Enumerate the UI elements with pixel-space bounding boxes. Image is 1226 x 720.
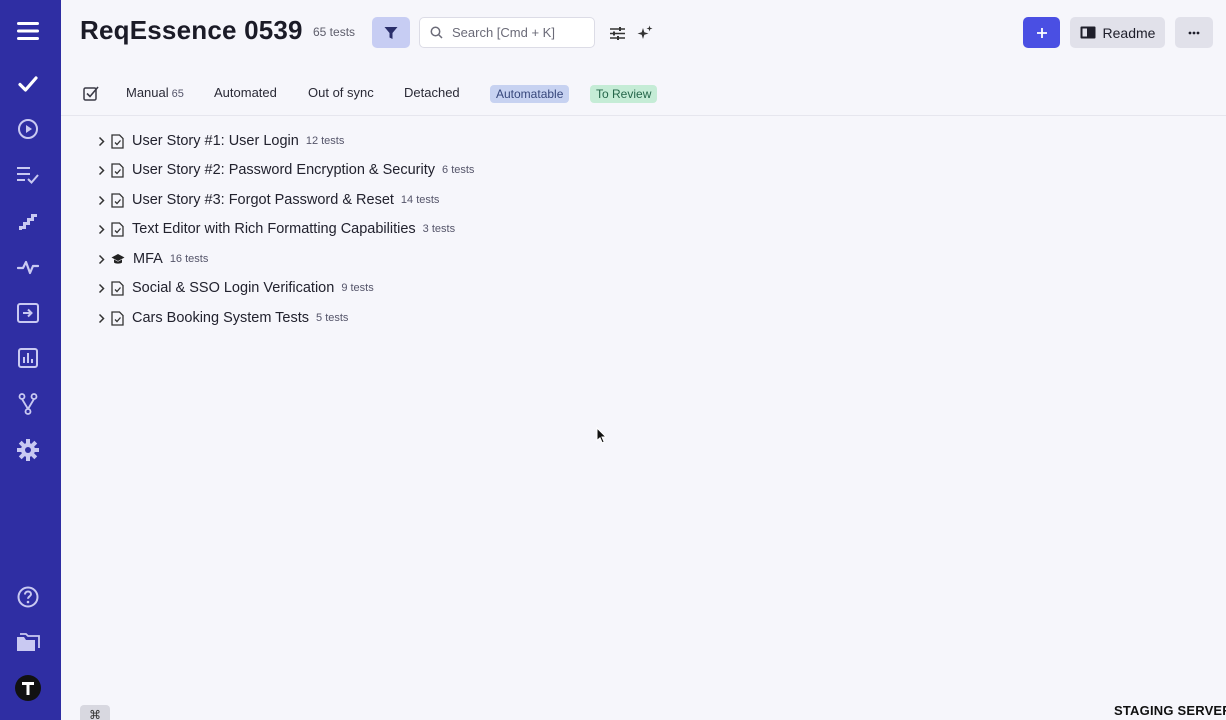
suite-count: 5 tests — [316, 312, 349, 324]
mouse-cursor-icon — [596, 426, 608, 449]
tree-row[interactable]: Text Editor with Rich Formatting Capabil… — [95, 215, 455, 243]
plus-icon — [1036, 27, 1047, 38]
sliders-icon[interactable] — [607, 23, 627, 43]
ai-sparkle-icon[interactable] — [635, 23, 655, 43]
readme-label: Readme — [1102, 24, 1156, 41]
suite-name[interactable]: User Story #3: Forgot Password & Reset — [132, 192, 394, 208]
document-check-icon — [111, 162, 124, 178]
plans-list-icon[interactable] — [0, 157, 55, 193]
document-check-icon — [111, 221, 124, 237]
suite-count: 3 tests — [422, 223, 456, 235]
filter-button[interactable] — [372, 17, 410, 48]
tests-check-icon[interactable] — [0, 66, 55, 102]
suite-count: 9 tests — [341, 282, 374, 294]
chevron-right-icon[interactable] — [95, 313, 107, 324]
tab-out-of-sync[interactable]: Out of sync — [308, 85, 374, 100]
chevron-right-icon[interactable] — [95, 224, 107, 235]
document-check-icon — [111, 192, 124, 208]
graduation-cap-icon — [111, 253, 125, 266]
page-title: ReqEssence 0539 — [80, 15, 303, 45]
environment-label: STAGING SERVER — [1114, 703, 1226, 718]
suite-count: 12 tests — [305, 135, 345, 147]
suite-name[interactable]: Cars Booking System Tests — [132, 310, 309, 326]
header: ReqEssence 0539 65 tests Readme — [61, 0, 1226, 66]
chevron-right-icon[interactable] — [95, 195, 107, 206]
help-icon[interactable] — [0, 579, 55, 615]
suite-count: 14 tests — [400, 194, 440, 206]
settings-gear-icon[interactable] — [0, 432, 55, 468]
pulse-icon[interactable] — [0, 249, 55, 285]
app-logo[interactable] — [0, 670, 55, 706]
more-button[interactable] — [1175, 17, 1213, 48]
menu-icon[interactable] — [0, 13, 55, 49]
suite-name[interactable]: User Story #2: Password Encryption & Sec… — [132, 162, 435, 178]
tab-manual[interactable]: Manual 65 — [126, 85, 184, 100]
tab-detached[interactable]: Detached — [404, 85, 460, 100]
suite-count: 16 tests — [169, 253, 209, 265]
readme-button[interactable]: Readme — [1070, 17, 1165, 48]
steps-icon[interactable] — [0, 203, 55, 239]
tab-automated[interactable]: Automated — [214, 85, 277, 100]
document-check-icon — [111, 310, 124, 326]
search-icon — [430, 26, 443, 39]
suite-name[interactable]: Social & SSO Login Verification — [132, 280, 334, 296]
tree-row[interactable]: User Story #1: User Login 12 tests — [95, 127, 344, 155]
suite-name[interactable]: Text Editor with Rich Formatting Capabil… — [132, 221, 416, 237]
test-count: 65 tests — [313, 25, 356, 39]
analytics-icon[interactable] — [0, 340, 55, 376]
tree-row[interactable]: Cars Booking System Tests 5 tests — [95, 304, 348, 332]
tree-row[interactable]: MFA 16 tests — [95, 245, 208, 273]
chevron-right-icon[interactable] — [95, 165, 107, 176]
runs-play-icon[interactable] — [0, 111, 55, 147]
select-all-icon[interactable] — [83, 85, 99, 106]
chevron-right-icon[interactable] — [95, 136, 107, 147]
document-check-icon — [111, 133, 124, 149]
filter-icon — [384, 26, 398, 39]
projects-folder-icon[interactable] — [0, 625, 55, 661]
search-box[interactable] — [419, 17, 595, 48]
suite-name[interactable]: MFA — [133, 251, 163, 267]
suite-count: 6 tests — [442, 164, 475, 176]
sidebar — [0, 0, 61, 720]
more-dots-icon — [1188, 31, 1200, 34]
tree-row[interactable]: Social & SSO Login Verification 9 tests — [95, 274, 374, 302]
chip-automatable[interactable]: Automatable — [490, 85, 570, 103]
document-check-icon — [111, 280, 124, 296]
tree-row[interactable]: User Story #2: Password Encryption & Sec… — [95, 156, 474, 184]
chip-to-review[interactable]: To Review — [590, 85, 658, 103]
branches-icon[interactable] — [0, 386, 55, 422]
filter-tabs: Manual 65 Automated Out of sync Detached … — [61, 76, 1226, 116]
tree-row[interactable]: User Story #3: Forgot Password & Reset 1… — [95, 186, 439, 214]
suite-name[interactable]: User Story #1: User Login — [132, 133, 299, 149]
add-button[interactable] — [1023, 17, 1060, 48]
book-icon — [1080, 26, 1096, 39]
chevron-right-icon[interactable] — [95, 283, 107, 294]
import-icon[interactable] — [0, 295, 55, 331]
command-palette-button[interactable]: ⌘ — [80, 705, 110, 720]
chevron-right-icon[interactable] — [95, 254, 107, 265]
search-input[interactable] — [452, 25, 582, 40]
